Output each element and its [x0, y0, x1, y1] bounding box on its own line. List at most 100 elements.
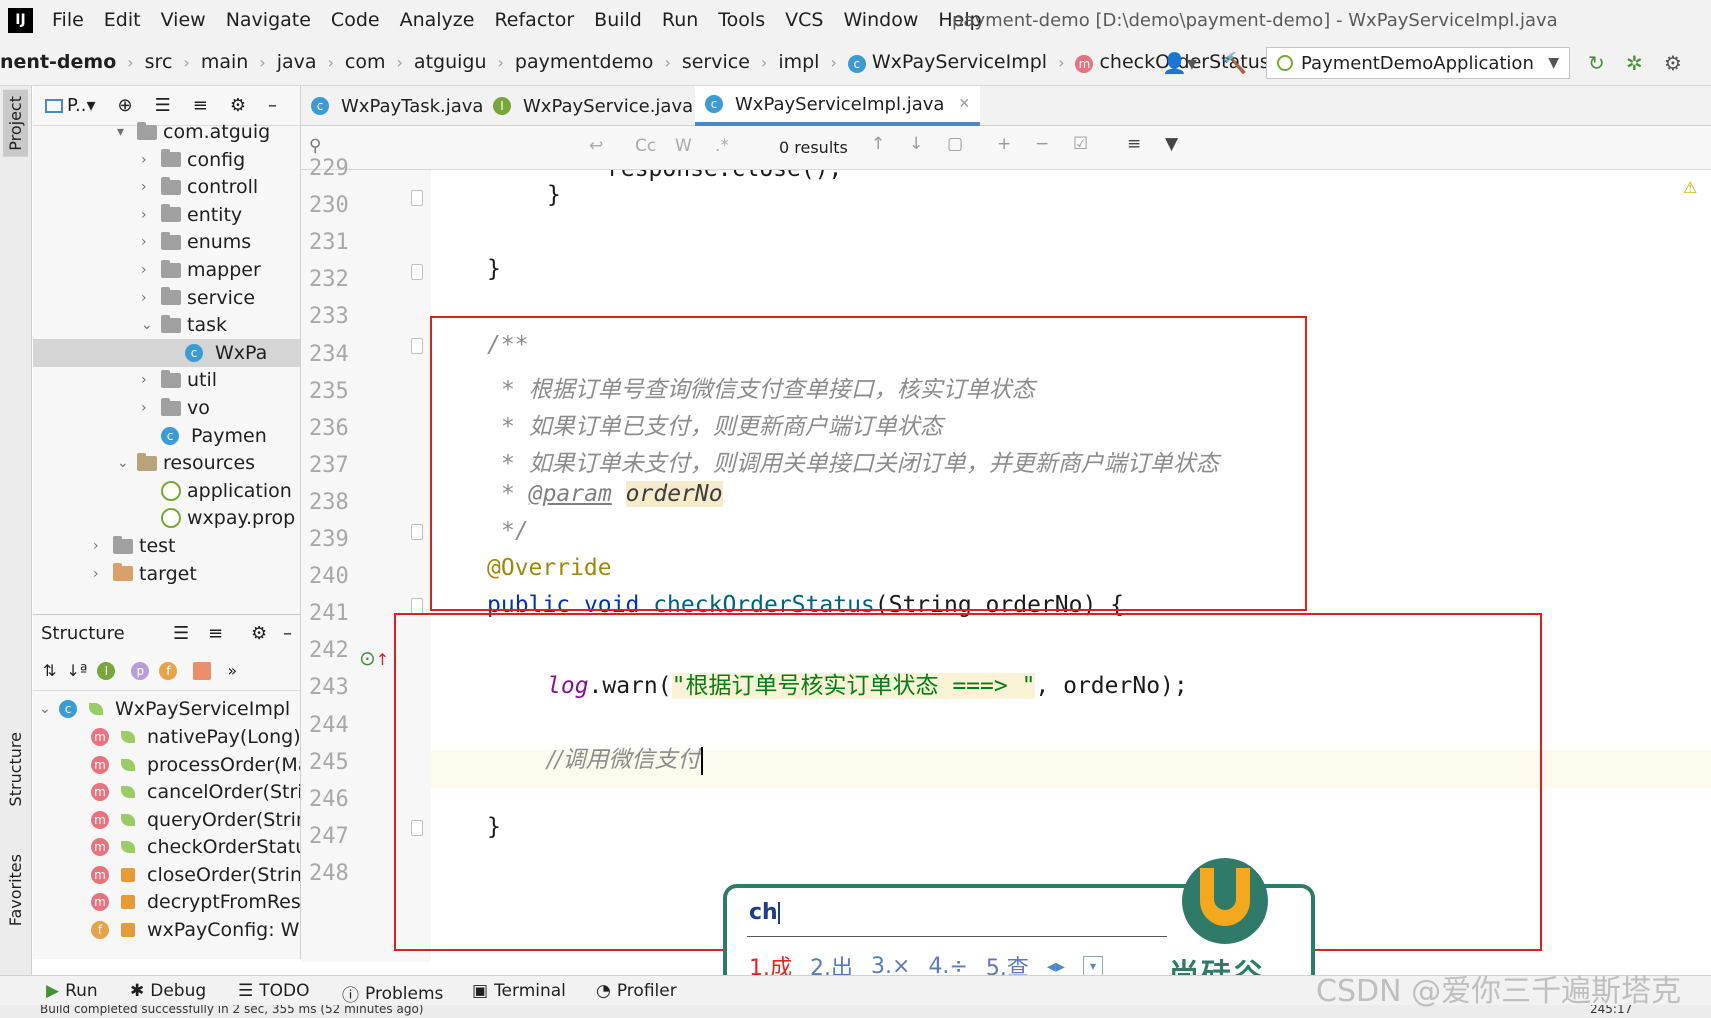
line-number[interactable]: 246: [309, 787, 359, 812]
todo-tool-button[interactable]: ☰ TODO: [238, 981, 310, 1001]
fold-marker-icon[interactable]: [411, 190, 423, 206]
previous-occurrence-icon[interactable]: ↑: [871, 134, 885, 154]
show-fields-icon[interactable]: f: [159, 661, 178, 680]
menu-run[interactable]: Run: [662, 9, 698, 31]
tree-node-util[interactable]: › util: [33, 366, 300, 394]
menu-navigate[interactable]: Navigate: [226, 9, 311, 31]
sort-alpha-icon[interactable]: ↓ª: [66, 661, 87, 680]
menu-code[interactable]: Code: [331, 9, 380, 31]
build-hammer-icon[interactable]: 🔨: [1222, 51, 1247, 75]
show-non-public-icon[interactable]: [193, 661, 212, 680]
tree-node-service[interactable]: › service: [33, 284, 300, 312]
menu-tools[interactable]: Tools: [718, 9, 765, 31]
fold-marker-icon[interactable]: [411, 264, 423, 280]
collapse-all-icon[interactable]: ≡: [193, 95, 208, 116]
chevron-right-icon[interactable]: ›: [141, 400, 155, 416]
structure-member[interactable]: f wxPayConfig: WxP: [91, 916, 300, 944]
gear-icon[interactable]: ⚙: [230, 95, 246, 116]
tree-node-test[interactable]: › test: [33, 532, 300, 560]
line-number[interactable]: 247: [309, 824, 359, 849]
menu-file[interactable]: File: [52, 9, 84, 31]
crumb-project[interactable]: nent-demo: [0, 51, 116, 73]
expand-all-icon[interactable]: ☰: [173, 623, 189, 644]
chevron-down-icon[interactable]: ⌄: [141, 317, 155, 333]
chevron-down-icon[interactable]: ⌄: [117, 455, 131, 471]
structure-member[interactable]: m queryOrder(String: [91, 806, 300, 834]
tree-node-task[interactable]: ⌄ task: [33, 311, 300, 339]
debug-bug-icon[interactable]: ✲: [1626, 51, 1643, 75]
line-number[interactable]: 240: [309, 564, 359, 589]
chevron-right-icon[interactable]: ›: [141, 207, 155, 223]
line-number[interactable]: 237: [309, 453, 359, 478]
settings-icon[interactable]: ⚙: [1664, 51, 1682, 75]
collapse-all-icon[interactable]: ≡: [208, 623, 223, 644]
tree-node-vo[interactable]: › vo: [33, 394, 300, 422]
structure-member[interactable]: m cancelOrder(Strin: [91, 778, 300, 806]
chevron-right-icon[interactable]: ›: [141, 372, 155, 388]
line-number[interactable]: 236: [309, 416, 359, 441]
add-occurrence-icon[interactable]: +: [997, 134, 1011, 154]
tree-node-target[interactable]: › target: [33, 560, 300, 588]
structure-tool-tab[interactable]: Structure: [3, 726, 28, 812]
problems-tool-button[interactable]: ⓘ Problems: [342, 981, 443, 1007]
line-number[interactable]: 238: [309, 490, 359, 515]
project-view-select[interactable]: P..▾: [45, 95, 96, 116]
tree-node-controll[interactable]: › controll: [33, 173, 300, 201]
line-number[interactable]: 242: [309, 638, 359, 663]
expand-all-icon[interactable]: ☰: [155, 95, 171, 116]
minimize-icon[interactable]: –: [268, 95, 277, 116]
structure-member[interactable]: m decryptFromReso: [91, 888, 300, 916]
words-toggle[interactable]: W: [675, 136, 692, 156]
structure-class-node[interactable]: ⌄ c WxPayServiceImpl: [39, 695, 290, 723]
line-number[interactable]: 235: [309, 379, 359, 404]
crumb-atguigu[interactable]: atguigu: [414, 51, 487, 73]
line-number[interactable]: 243: [309, 675, 359, 700]
gear-icon[interactable]: ⚙: [251, 623, 267, 644]
fold-marker-icon[interactable]: [411, 338, 423, 354]
chevron-right-icon[interactable]: ›: [141, 262, 155, 278]
structure-member[interactable]: m closeOrder(String: [91, 861, 300, 889]
warning-icon[interactable]: ⚠: [1683, 178, 1697, 197]
tree-node-paymen[interactable]: c Paymen: [33, 422, 300, 450]
line-number[interactable]: 239: [309, 527, 359, 552]
tab-wxpayserviceimpl[interactable]: c WxPayServiceImpl.java ✕: [695, 86, 981, 126]
tree-node-config[interactable]: › config: [33, 146, 300, 174]
crumb-main[interactable]: main: [201, 51, 248, 73]
tree-node-wxpay-prop[interactable]: wxpay.prop: [33, 504, 300, 532]
line-number[interactable]: 230: [309, 193, 359, 218]
sort-visibility-icon[interactable]: ⇅: [43, 661, 56, 680]
new-line-icon[interactable]: ↩: [589, 136, 603, 156]
menu-window[interactable]: Window: [843, 9, 918, 31]
filter-options-icon[interactable]: ≡: [1127, 134, 1141, 154]
chevron-right-icon[interactable]: ›: [141, 234, 155, 250]
run-configuration-select[interactable]: PaymentDemoApplication ▼: [1266, 47, 1570, 79]
ime-page-arrows-icon[interactable]: ◂▸: [1047, 956, 1065, 977]
chevron-right-icon[interactable]: ›: [93, 538, 107, 554]
implements-method-icon[interactable]: ⊙↑: [359, 646, 389, 670]
crumb-com[interactable]: com: [345, 51, 386, 73]
chevron-down-icon[interactable]: ▾: [117, 124, 131, 140]
locate-icon[interactable]: ⊕: [118, 95, 133, 116]
close-icon[interactable]: ✕: [958, 96, 970, 112]
select-all-occurrences-icon[interactable]: ☑: [1073, 134, 1088, 154]
profiler-tool-button[interactable]: ◔ Profiler: [596, 981, 677, 1001]
menu-analyze[interactable]: Analyze: [400, 9, 475, 31]
crumb-java[interactable]: java: [277, 51, 317, 73]
tree-node-entity[interactable]: › entity: [33, 201, 300, 229]
select-all-icon[interactable]: ▢: [947, 134, 963, 154]
minimize-icon[interactable]: –: [283, 623, 292, 644]
menu-vcs[interactable]: VCS: [785, 9, 823, 31]
tree-node-com-atguig[interactable]: ▾ com.atguig: [33, 118, 300, 146]
menu-edit[interactable]: Edit: [104, 9, 141, 31]
crumb-src[interactable]: src: [145, 51, 173, 73]
chevron-right-icon[interactable]: ›: [93, 566, 107, 582]
structure-member[interactable]: m checkOrderStatus: [91, 833, 300, 861]
remove-occurrence-icon[interactable]: −: [1035, 134, 1049, 154]
line-number[interactable]: 248: [309, 861, 359, 886]
rerun-icon[interactable]: ↻: [1588, 51, 1605, 75]
fold-marker-icon[interactable]: [411, 524, 423, 540]
project-tool-tab[interactable]: Project: [3, 90, 28, 157]
debug-tool-button[interactable]: ✱ Debug: [130, 981, 206, 1001]
line-number[interactable]: 241: [309, 601, 359, 626]
crumb-impl[interactable]: impl: [778, 51, 819, 73]
